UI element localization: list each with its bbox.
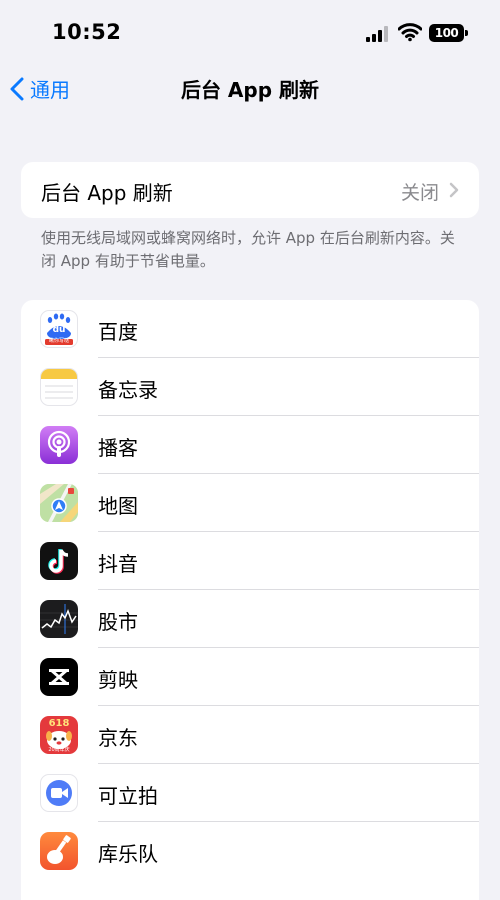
notes-icon	[40, 368, 78, 406]
list-item-garageband[interactable]: 库乐队	[21, 822, 479, 880]
app-name: 可立拍	[98, 784, 158, 808]
setting-label: 后台 App 刷新	[41, 181, 173, 205]
list-item-notes[interactable]: 备忘录	[21, 358, 479, 416]
list-item-baidu[interactable]: du 瞅你写哒 百度	[21, 300, 479, 358]
jd-icon-text: 618	[48, 718, 70, 729]
chevron-right-icon	[449, 182, 459, 198]
podcasts-icon	[40, 426, 78, 464]
status-bar: 10:52 100	[0, 0, 500, 70]
app-name: 剪映	[98, 668, 138, 692]
page-title: 后台 App 刷新	[180, 78, 320, 102]
douyin-icon	[40, 542, 78, 580]
list-item-clips[interactable]: 可立拍	[21, 764, 479, 822]
app-name: 抖音	[98, 552, 138, 576]
list-item-capcut[interactable]: 剪映	[21, 648, 479, 706]
status-time: 10:52	[52, 20, 122, 44]
list-item-maps[interactable]: 地图	[21, 474, 479, 532]
baidu-icon-text: du	[52, 325, 66, 335]
setting-footnote: 使用无线局域网或蜂窝网络时，允许 App 在后台刷新内容。关闭 App 有助于节…	[41, 229, 455, 270]
garageband-icon	[40, 832, 78, 870]
navigation-bar: 通用 后台 App 刷新	[0, 66, 500, 112]
clips-icon	[40, 774, 78, 812]
maps-icon	[40, 484, 78, 522]
app-name: 地图	[98, 494, 138, 518]
app-name: 股市	[98, 610, 138, 634]
list-item-jd[interactable]: 618 20周年庆 京东	[21, 706, 479, 764]
jd-icon: 618 20周年庆	[40, 716, 78, 754]
cellular-signal-icon	[366, 26, 388, 42]
jd-icon-subtext: 20周年庆	[48, 747, 70, 753]
list-item-stocks[interactable]: 股市	[21, 590, 479, 648]
list-item-podcasts[interactable]: 播客	[21, 416, 479, 474]
baidu-icon: du 瞅你写哒	[40, 310, 78, 348]
app-list: du 瞅你写哒 百度 备忘录 播客 地图 抖音 股市 剪映 618 20周年庆 …	[21, 300, 479, 900]
background-refresh-setting[interactable]: 后台 App 刷新 关闭	[21, 162, 479, 218]
battery-tip	[465, 30, 468, 36]
app-name: 京东	[98, 726, 138, 750]
baidu-icon-subtext: 瞅你写哒	[48, 338, 69, 344]
battery-level: 100	[434, 26, 459, 40]
capcut-icon	[40, 658, 78, 696]
battery-icon: 100	[429, 24, 464, 42]
app-name: 库乐队	[98, 842, 158, 866]
app-name: 备忘录	[98, 378, 158, 402]
wifi-icon	[398, 23, 422, 42]
list-item-douyin[interactable]: 抖音	[21, 532, 479, 590]
setting-value: 关闭	[400, 182, 439, 204]
app-name: 百度	[98, 320, 138, 344]
app-name: 播客	[98, 436, 138, 460]
stocks-icon	[40, 600, 78, 638]
